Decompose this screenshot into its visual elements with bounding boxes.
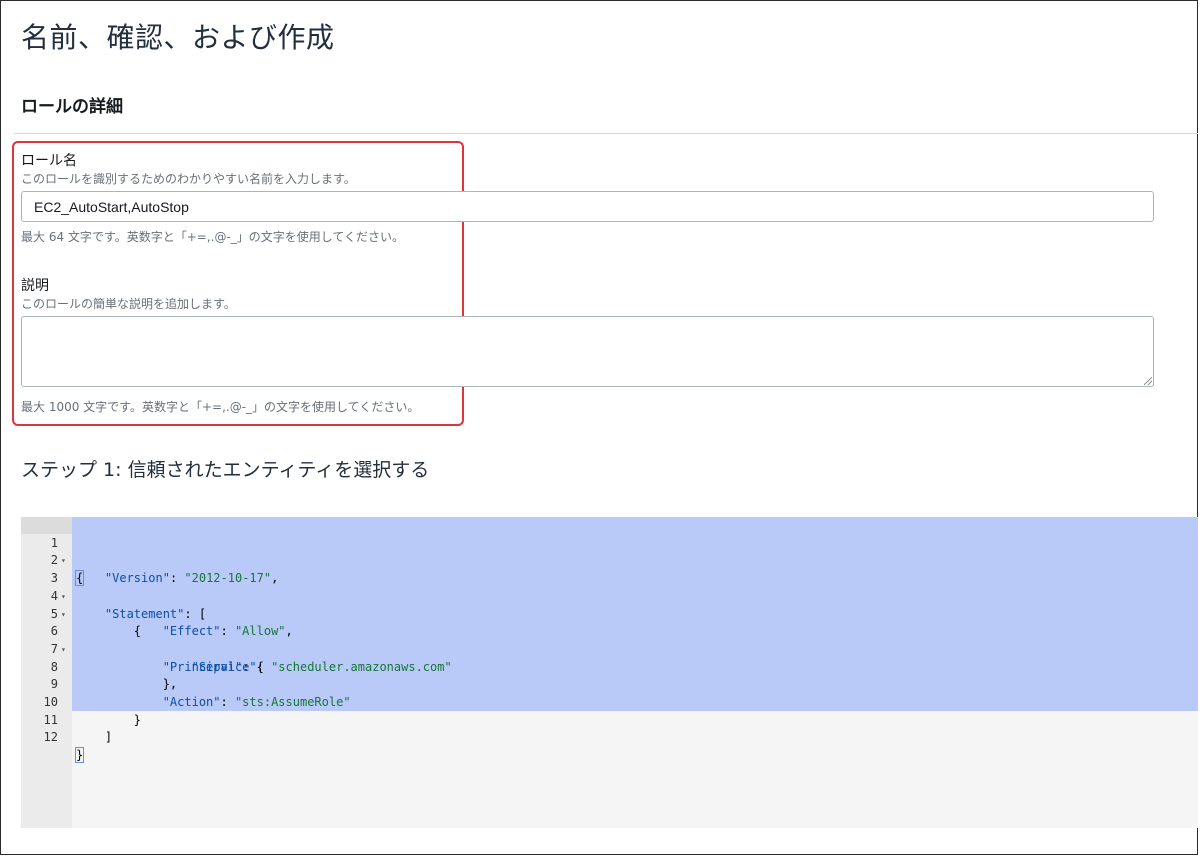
code-line: 5 "Effect": "Allow", [21, 588, 1198, 639]
code-line: 11 ] [21, 694, 1198, 745]
role-name-hint: 最大 64 文字です。英数字と「+=,.@-_」の文字を使用してください。 [21, 230, 405, 244]
code-line: 10 } [21, 676, 1198, 727]
role-name-input[interactable] [21, 191, 1154, 222]
code-line: 4 ▾ { [21, 570, 1198, 638]
code-line: 8 }, [21, 641, 1198, 692]
code-line: 2 "Version": "2012-10-17", [21, 535, 1198, 585]
role-name-label: ロール名 [21, 153, 77, 169]
code-line: 1 ▾ { [21, 517, 1198, 587]
code-line: 12 } [21, 712, 1198, 764]
role-description-textarea[interactable] [21, 316, 1154, 387]
code-line: 7 "Service": "scheduler.amazonaws.com" [21, 623, 1198, 674]
role-description-hint: 最大 1000 文字です。英数字と「+=,.@-_」の文字を使用してください。 [21, 400, 420, 414]
code-line: 3 ▾ "Statement": [ [21, 552, 1198, 620]
role-name-description: このロールを識別するためのわかりやすい名前を入力します。 [21, 172, 356, 186]
role-description-description: このロールの簡単な説明を追加します。 [21, 297, 236, 311]
page-title: 名前、確認、および作成 [21, 21, 335, 54]
code-line: 9 "Action": "sts:AssumeRole" [21, 659, 1198, 709]
section-title-role-details: ロールの詳細 [21, 97, 123, 117]
code-line: 6 ▾ "Principal": { [21, 606, 1198, 673]
policy-code-editor[interactable]: 1 ▾ { 2 "Version": "2012-10-17", 3 ▾ "St… [21, 517, 1198, 828]
role-description-label: 説明 [21, 278, 49, 294]
line-number: 12 [43, 730, 58, 745]
step1-title: ステップ 1: 信頼されたエンティティを選択する [21, 459, 430, 481]
section-divider [14, 133, 1198, 134]
textarea-resize-handle[interactable] [1144, 377, 1152, 385]
